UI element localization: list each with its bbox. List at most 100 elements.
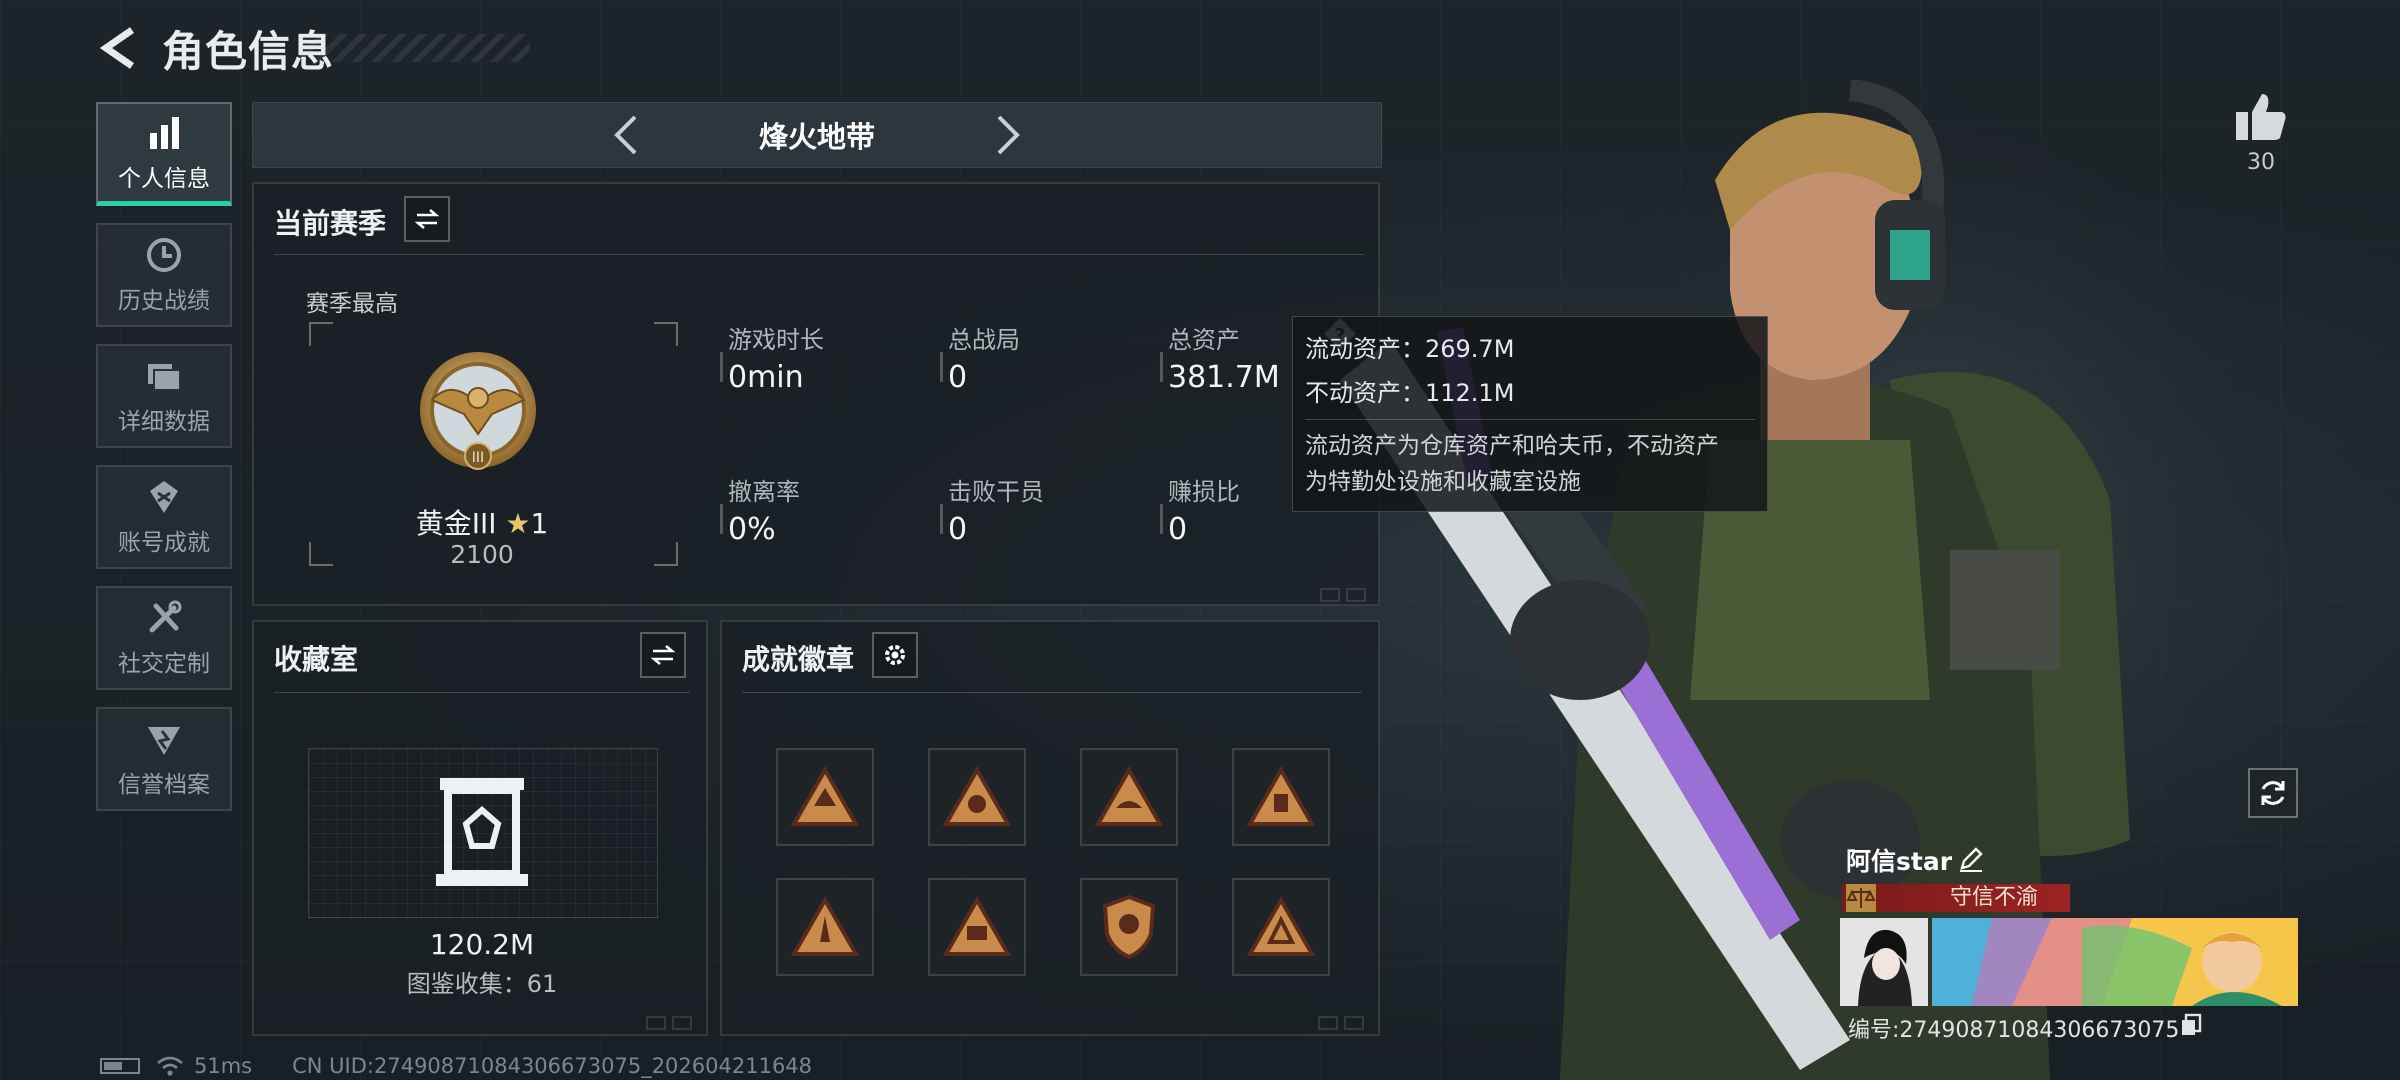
season-switch-button[interactable] — [404, 196, 450, 242]
asset-tooltip: 流动资产：269.7M 不动资产：112.1M 流动资产为仓库资产和哈夫币，不动… — [1292, 316, 1768, 512]
scales-icon — [1846, 884, 1876, 912]
corner-decoration — [672, 1016, 692, 1030]
tooltip-divider — [1305, 419, 1755, 420]
svg-text:III: III — [472, 450, 484, 466]
badge-slot[interactable] — [1232, 748, 1330, 846]
season-title: 当前赛季 — [274, 207, 387, 240]
rank-points: 2100 — [450, 540, 514, 569]
page-title: 角色信息 — [162, 26, 335, 76]
triangle-badge-icon — [942, 766, 1012, 826]
divider — [742, 692, 1362, 693]
stat-divider — [720, 504, 723, 534]
collection-panel: 收藏室 120.2M 图鉴收集：61 — [252, 620, 708, 1036]
player-id: 编号:27490871084306673075 — [1848, 1018, 2180, 1043]
nav-item-account-achievements[interactable]: 账号成就 — [96, 465, 232, 569]
badges-settings-button[interactable] — [872, 632, 918, 678]
stat-divider — [940, 352, 943, 382]
avatar-image — [1840, 918, 1928, 1006]
tooltip-desc-line1: 流动资产为仓库资产和哈夫币，不动资产 — [1305, 433, 1719, 459]
prev-mode-chevron-icon[interactable] — [605, 113, 649, 157]
nav-label: 历史战绩 — [118, 288, 210, 314]
status-uid: CN UID:27490871084306673075_202604211648 — [292, 1054, 813, 1078]
edit-pencil-icon[interactable] — [1958, 846, 1984, 872]
mode-selector: 烽火地带 — [252, 102, 1382, 168]
gold-rank-emblem-icon: III — [420, 352, 536, 470]
nav-item-social-custom[interactable]: 社交定制 — [96, 586, 232, 690]
stat-label: 总资产 — [1168, 326, 1240, 354]
tooltip-fixed-assets: 不动资产：112.1M — [1305, 379, 1515, 407]
title-decoration — [300, 34, 530, 62]
nav-item-credit-record[interactable]: 信誉档案 — [96, 707, 232, 811]
clock-icon — [147, 238, 181, 272]
battery-icon — [100, 1058, 140, 1074]
refresh-icon — [2261, 781, 2285, 805]
stat-label: 撤离率 — [728, 478, 800, 506]
stat-value: 0 — [948, 512, 968, 547]
status-bar: 51ms CN UID:27490871084306673075_2026042… — [100, 1052, 812, 1080]
nav-item-detail-data[interactable]: 详细数据 — [96, 344, 232, 448]
rank-line: 黄金III ★1 — [254, 502, 710, 542]
refresh-button[interactable] — [2248, 768, 2298, 818]
nav-label: 社交定制 — [118, 651, 210, 677]
gear-icon — [885, 645, 905, 665]
bar-chart-icon — [150, 116, 179, 149]
nav-label: 详细数据 — [118, 409, 210, 435]
stat-value: 0 — [1168, 512, 1188, 547]
frame-corner — [309, 322, 333, 346]
back-arrow-icon[interactable] — [96, 24, 144, 72]
swap-icon — [650, 645, 676, 665]
folder-icon — [148, 364, 181, 391]
rank-name: 黄金III — [415, 507, 497, 540]
latency: 51ms — [194, 1054, 253, 1078]
name-card-image — [1932, 918, 2298, 1006]
stat-divider — [1160, 352, 1163, 382]
divider — [274, 692, 690, 693]
credit-icon — [148, 727, 180, 755]
like-count: 30 — [2247, 150, 2275, 175]
stat-label: 游戏时长 — [728, 326, 824, 354]
next-mode-chevron-icon[interactable] — [985, 113, 1029, 157]
divider — [274, 254, 1364, 255]
like-block[interactable]: 30 — [2226, 92, 2296, 175]
thumbs-up-icon[interactable] — [2234, 92, 2288, 142]
nav-item-personal-info[interactable]: 个人信息 — [96, 102, 232, 206]
triangle-badge-icon — [942, 896, 1012, 956]
badge-slot[interactable] — [1080, 748, 1178, 846]
stat-label: 总战局 — [948, 326, 1020, 354]
stat-divider — [1160, 504, 1163, 534]
stat-divider — [940, 504, 943, 534]
stat-value: 0 — [948, 360, 968, 395]
stat-value: 0% — [728, 512, 776, 547]
triangle-badge-icon — [790, 896, 860, 956]
nav-label: 个人信息 — [118, 165, 210, 192]
copy-icon[interactable] — [2180, 1013, 2202, 1037]
player-name: 阿信star — [1846, 847, 1953, 876]
tooltip-liquid-assets: 流动资产：269.7M — [1305, 335, 1515, 363]
collection-title: 收藏室 — [274, 643, 359, 676]
badge-slot[interactable] — [928, 748, 1026, 846]
triangle-badge-icon — [790, 766, 860, 826]
nav-item-match-history[interactable]: 历史战绩 — [96, 223, 232, 327]
honor-title-text: 守信不渝 — [1950, 885, 2039, 910]
triangle-badge-icon — [1246, 766, 1316, 826]
season-best-label: 赛季最高 — [306, 291, 398, 317]
wifi-icon — [157, 1056, 183, 1076]
collection-catalog: 图鉴收集：61 — [406, 970, 558, 998]
badge-slot[interactable] — [1232, 878, 1330, 976]
tooltip-desc-line2: 为特勤处设施和收藏室设施 — [1305, 469, 1581, 495]
nav-label: 账号成就 — [118, 530, 210, 556]
season-panel: 当前赛季 赛季最高 III 黄金III ★1 2100 游戏时长 0min 总战… — [252, 182, 1380, 606]
stat-label: 赚损比 — [1168, 478, 1240, 506]
badges-title: 成就徽章 — [742, 643, 855, 676]
avatar[interactable] — [1840, 918, 1928, 1006]
badge-slot[interactable] — [776, 878, 874, 976]
badge-slot[interactable] — [1080, 878, 1178, 976]
badge-slot[interactable] — [928, 878, 1026, 976]
side-nav: 个人信息 历史战绩 详细数据 账号成就 社交定制 信誉档案 — [96, 102, 234, 828]
nav-label: 信誉档案 — [118, 772, 210, 798]
triangle-badge-icon — [1246, 896, 1316, 956]
name-card-banner[interactable] — [1932, 918, 2298, 1006]
badge-slot[interactable] — [776, 748, 874, 846]
collection-switch-button[interactable] — [640, 632, 686, 678]
corner-decoration — [646, 1016, 666, 1030]
